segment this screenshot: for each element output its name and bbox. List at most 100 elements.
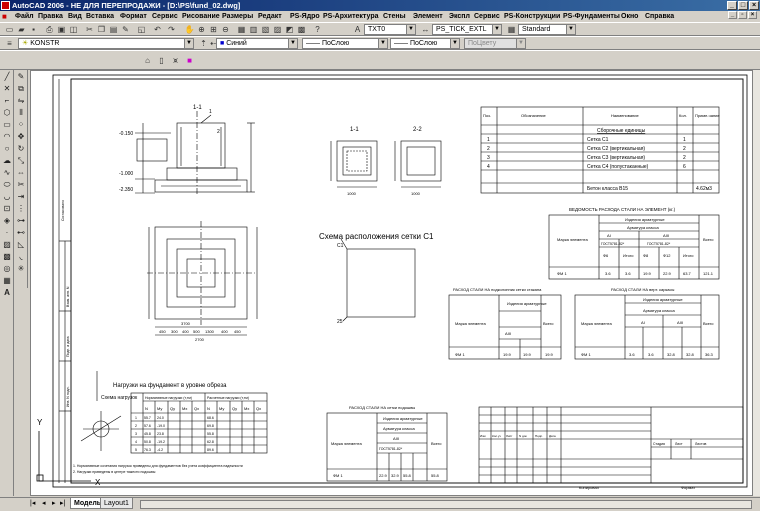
doc-restore-button[interactable]: ▫ (738, 11, 747, 19)
lineweight-select[interactable]: —— ПоСлою ▼ (390, 38, 460, 49)
last-tab-arrow-icon[interactable]: ▸| (60, 499, 65, 507)
scale-icon[interactable]: ⤡ (16, 156, 26, 166)
save-icon[interactable]: ▪ (28, 24, 39, 35)
polygon-icon[interactable]: ⬡ (2, 108, 12, 118)
plot-icon[interactable]: ⎙ (44, 24, 55, 35)
region-icon[interactable]: ◎ (2, 264, 12, 274)
dim-style-select[interactable]: PS_TICK_EXTL ▼ (432, 24, 502, 35)
menu-element[interactable]: Элемент (413, 11, 443, 22)
hatch-icon[interactable]: ▨ (2, 240, 12, 250)
publish-icon[interactable]: ◫ (68, 24, 79, 35)
layer-select[interactable]: ☀ KONSTR ▼ (18, 38, 194, 49)
stretch-icon[interactable]: ⇔ (16, 168, 26, 178)
drawing-canvas[interactable]: 1-1 1-1 2-2 1 2 -0.150 -1.000 -2.350 100… (30, 70, 760, 496)
menu-service-2[interactable]: Сервис (474, 11, 500, 22)
new-icon[interactable]: ▭ (4, 24, 15, 35)
design-center-icon[interactable]: ▥ (248, 24, 259, 35)
menu-help[interactable]: Справка (645, 11, 674, 22)
match-properties-icon[interactable]: ✎ (120, 24, 131, 35)
first-tab-arrow-icon[interactable]: |◂ (30, 499, 35, 507)
open-icon[interactable]: ▰ (16, 24, 27, 35)
minimize-button[interactable]: _ (727, 1, 737, 10)
calculator-icon[interactable]: ▩ (296, 24, 307, 35)
ps-tool-1-icon[interactable]: ⌂ (142, 55, 153, 66)
rectangle-icon[interactable]: ▭ (2, 120, 12, 130)
tool-palettes-icon[interactable]: ▧ (260, 24, 271, 35)
move-icon[interactable]: ✥ (16, 132, 26, 142)
maximize-button[interactable]: □ (738, 1, 748, 10)
preview-icon[interactable]: ▣ (56, 24, 67, 35)
menu-ps-core[interactable]: PS-Ядро (290, 11, 320, 22)
table-icon[interactable]: ▦ (2, 276, 12, 286)
undo-icon[interactable]: ↶ (152, 24, 163, 35)
sheet-set-icon[interactable]: ▨ (272, 24, 283, 35)
rotate-icon[interactable]: ↻ (16, 144, 26, 154)
polyline-icon[interactable]: ⌐ (2, 96, 12, 106)
properties-icon[interactable]: ▦ (236, 24, 247, 35)
linetype-select[interactable]: —— ПоСлою ▼ (302, 38, 388, 49)
ellipse-arc-icon[interactable]: ◡ (2, 192, 12, 202)
line-icon[interactable]: ╱ (2, 72, 12, 82)
layer-manager-icon[interactable]: ≡ (4, 38, 15, 49)
cut-icon[interactable]: ✂ (84, 24, 95, 35)
array-icon[interactable]: ⁘ (16, 120, 26, 130)
construction-line-icon[interactable]: ✕ (2, 84, 12, 94)
paste-icon[interactable]: ▤ (108, 24, 119, 35)
copy-object-icon[interactable]: ⧉ (16, 84, 26, 94)
text-style-select[interactable]: TXT0 ▼ (364, 24, 416, 35)
gradient-icon[interactable]: ▩ (2, 252, 12, 262)
menu-insert[interactable]: Вставка (86, 11, 114, 22)
horizontal-scrollbar[interactable] (140, 500, 752, 509)
table-style-select[interactable]: Standard ▼ (518, 24, 576, 35)
menu-modify[interactable]: Редакт (258, 11, 282, 22)
markup-icon[interactable]: ◩ (284, 24, 295, 35)
menu-export[interactable]: Экспл (449, 11, 470, 22)
color-select[interactable]: ■ Синий ▼ (216, 38, 298, 49)
ps-tool-2-icon[interactable]: ▯ (156, 55, 167, 66)
make-block-icon[interactable]: ◈ (2, 216, 12, 226)
menu-file[interactable]: Файл (15, 11, 34, 22)
pan-icon[interactable]: ✋ (184, 24, 195, 35)
copy-icon[interactable]: ❐ (96, 24, 107, 35)
menu-dimensions[interactable]: Размеры (222, 11, 253, 22)
break-point-icon[interactable]: ⋮ (16, 204, 26, 214)
mirror-icon[interactable]: ⇋ (16, 96, 26, 106)
fillet-icon[interactable]: ◟ (16, 252, 26, 262)
plotstyle-select[interactable]: ПоЦвету ▼ (464, 38, 526, 49)
erase-icon[interactable]: ✎ (16, 72, 26, 82)
break-icon[interactable]: ⊶ (16, 216, 26, 226)
ps-tool-4-icon[interactable]: ■ (184, 55, 195, 66)
zoom-realtime-icon[interactable]: ⊕ (196, 24, 207, 35)
menu-view[interactable]: Вид (68, 11, 82, 22)
menu-window[interactable]: Окно (621, 11, 638, 22)
circle-icon[interactable]: ○ (2, 144, 12, 154)
autocad-app-icon[interactable] (1, 1, 10, 10)
join-icon[interactable]: ⊷ (16, 228, 26, 238)
explode-icon[interactable]: ✳ (16, 264, 26, 274)
menu-ps-structures[interactable]: PS-Конструкции (504, 11, 560, 22)
chamfer-icon[interactable]: ◺ (16, 240, 26, 250)
menu-draw[interactable]: Рисование (182, 11, 220, 22)
vertical-scrollbar[interactable] (752, 70, 760, 496)
point-icon[interactable]: · (2, 228, 12, 238)
document-icon[interactable]: ■ (2, 11, 12, 21)
doc-minimize-button[interactable]: _ (728, 11, 737, 19)
doc-close-button[interactable]: × (748, 11, 757, 19)
close-button[interactable]: × (749, 1, 759, 10)
menu-ps-architecture[interactable]: PS-Архитектура (323, 11, 379, 22)
menu-edit[interactable]: Правка (38, 11, 63, 22)
extend-icon[interactable]: ⇥ (16, 192, 26, 202)
offset-icon[interactable]: ⫴ (16, 108, 26, 118)
multiline-text-icon[interactable]: A (2, 288, 12, 298)
help-icon[interactable]: ? (312, 24, 323, 35)
revision-cloud-icon[interactable]: ☁ (2, 156, 12, 166)
spline-icon[interactable]: ∿ (2, 168, 12, 178)
ps-tool-3-icon[interactable]: ⩙ (170, 55, 181, 66)
redo-icon[interactable]: ↷ (166, 24, 177, 35)
zoom-window-icon[interactable]: ⊞ (208, 24, 219, 35)
arc-icon[interactable]: ◠ (2, 132, 12, 142)
menu-service[interactable]: Сервис (152, 11, 178, 22)
block-editor-icon[interactable]: ◱ (136, 24, 147, 35)
trim-icon[interactable]: ✂ (16, 180, 26, 190)
next-tab-arrow-icon[interactable]: ▸ (52, 499, 56, 507)
